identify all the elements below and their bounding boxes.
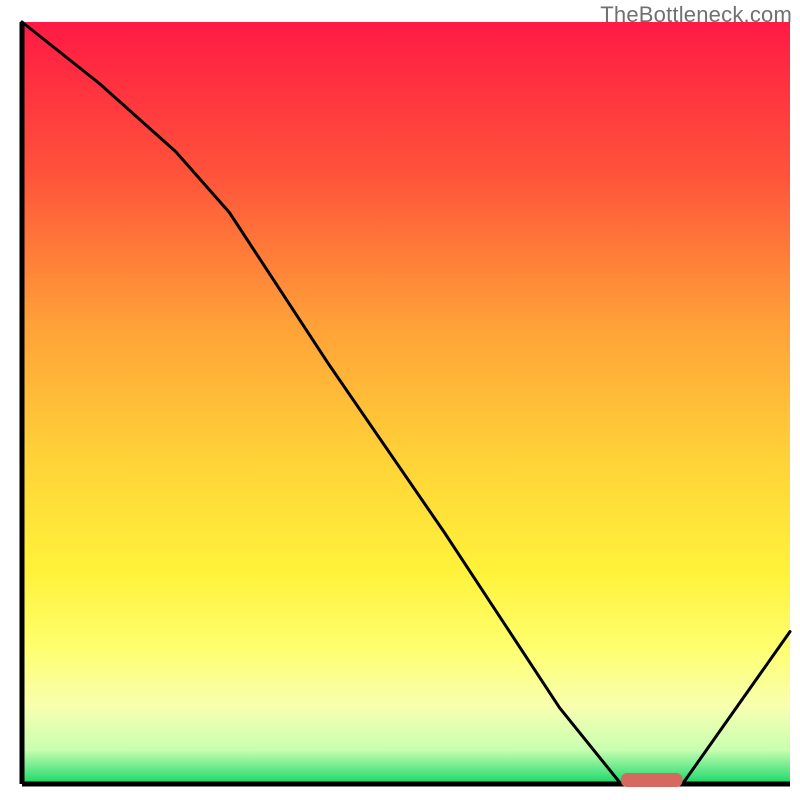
- watermark-text: TheBottleneck.com: [600, 2, 792, 28]
- chart-svg: [0, 0, 800, 800]
- optimal-marker: [621, 773, 682, 787]
- plot-background: [22, 22, 790, 784]
- bottleneck-chart: TheBottleneck.com: [0, 0, 800, 800]
